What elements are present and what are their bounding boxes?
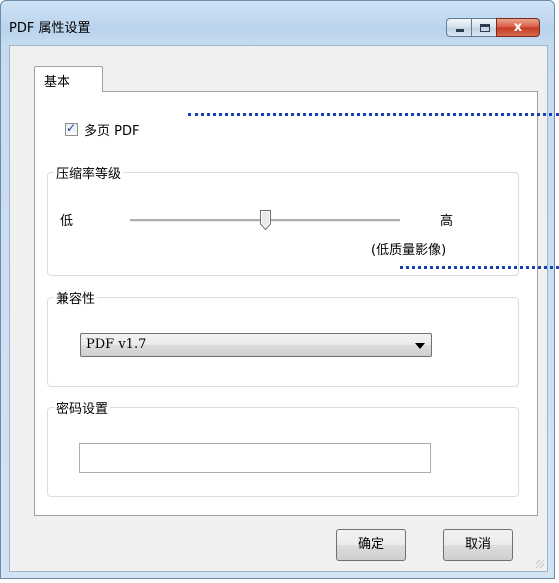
multipage-checkbox[interactable]: ✓ [65,121,78,136]
compression-group: 压缩率等级 低 高 (低质量影像) [47,163,519,276]
close-icon: x [513,20,523,35]
password-input[interactable] [79,443,431,473]
tab-basic[interactable]: 基本 [34,66,103,92]
compatibility-legend: 兼容性 [54,288,98,307]
caption-buttons: x [446,18,540,37]
compression-legend: 压缩率等级 [54,163,124,182]
maximize-button[interactable] [471,18,497,37]
window-title: PDF 属性设置 [9,21,91,36]
maximize-icon [480,24,490,32]
resize-grip[interactable] [536,560,544,568]
compression-low-label: 低 [60,214,74,229]
pdf-version-value: PDF v1.7 [86,337,147,352]
compression-high-label: 高 [440,214,454,229]
tab-basic-label: 基本 [44,75,71,90]
compatibility-group: 兼容性 PDF v1.7 [47,288,519,387]
tab-panel-basic: ✓ 多页 PDF 压缩率等级 低 高 (低质量影像) 兼容性 PDF v1.7 [34,91,538,516]
password-group: 密码设置 [47,398,519,497]
dialog-client-area: 基本 ✓ 多页 PDF 压缩率等级 低 高 (低质量影像) 兼容性 PDF v1… [9,45,548,572]
annotation-dotted-line-top [188,113,559,116]
checkmark-icon: ✓ [66,121,77,135]
minimize-button[interactable] [446,18,472,37]
compression-note: (低质量影像) [371,243,447,258]
multipage-row: ✓ 多页 PDF [65,120,139,139]
title-bar[interactable]: PDF 属性设置 x [1,1,554,45]
close-button[interactable]: x [496,18,540,37]
chevron-down-icon [415,343,425,349]
cancel-button[interactable]: 取消 [443,529,513,561]
ok-button[interactable]: 确定 [336,529,406,561]
pdf-version-select[interactable]: PDF v1.7 [80,333,432,357]
annotation-dotted-line-middle [400,266,559,269]
compression-slider-thumb[interactable] [259,210,271,230]
dialog-window: PDF 属性设置 x 基本 ✓ 多页 PDF 压缩率等级 低 高 (低质量影像)… [0,0,555,579]
multipage-label[interactable]: 多页 PDF [84,120,139,139]
password-legend: 密码设置 [54,398,111,417]
minimize-icon [456,29,464,32]
